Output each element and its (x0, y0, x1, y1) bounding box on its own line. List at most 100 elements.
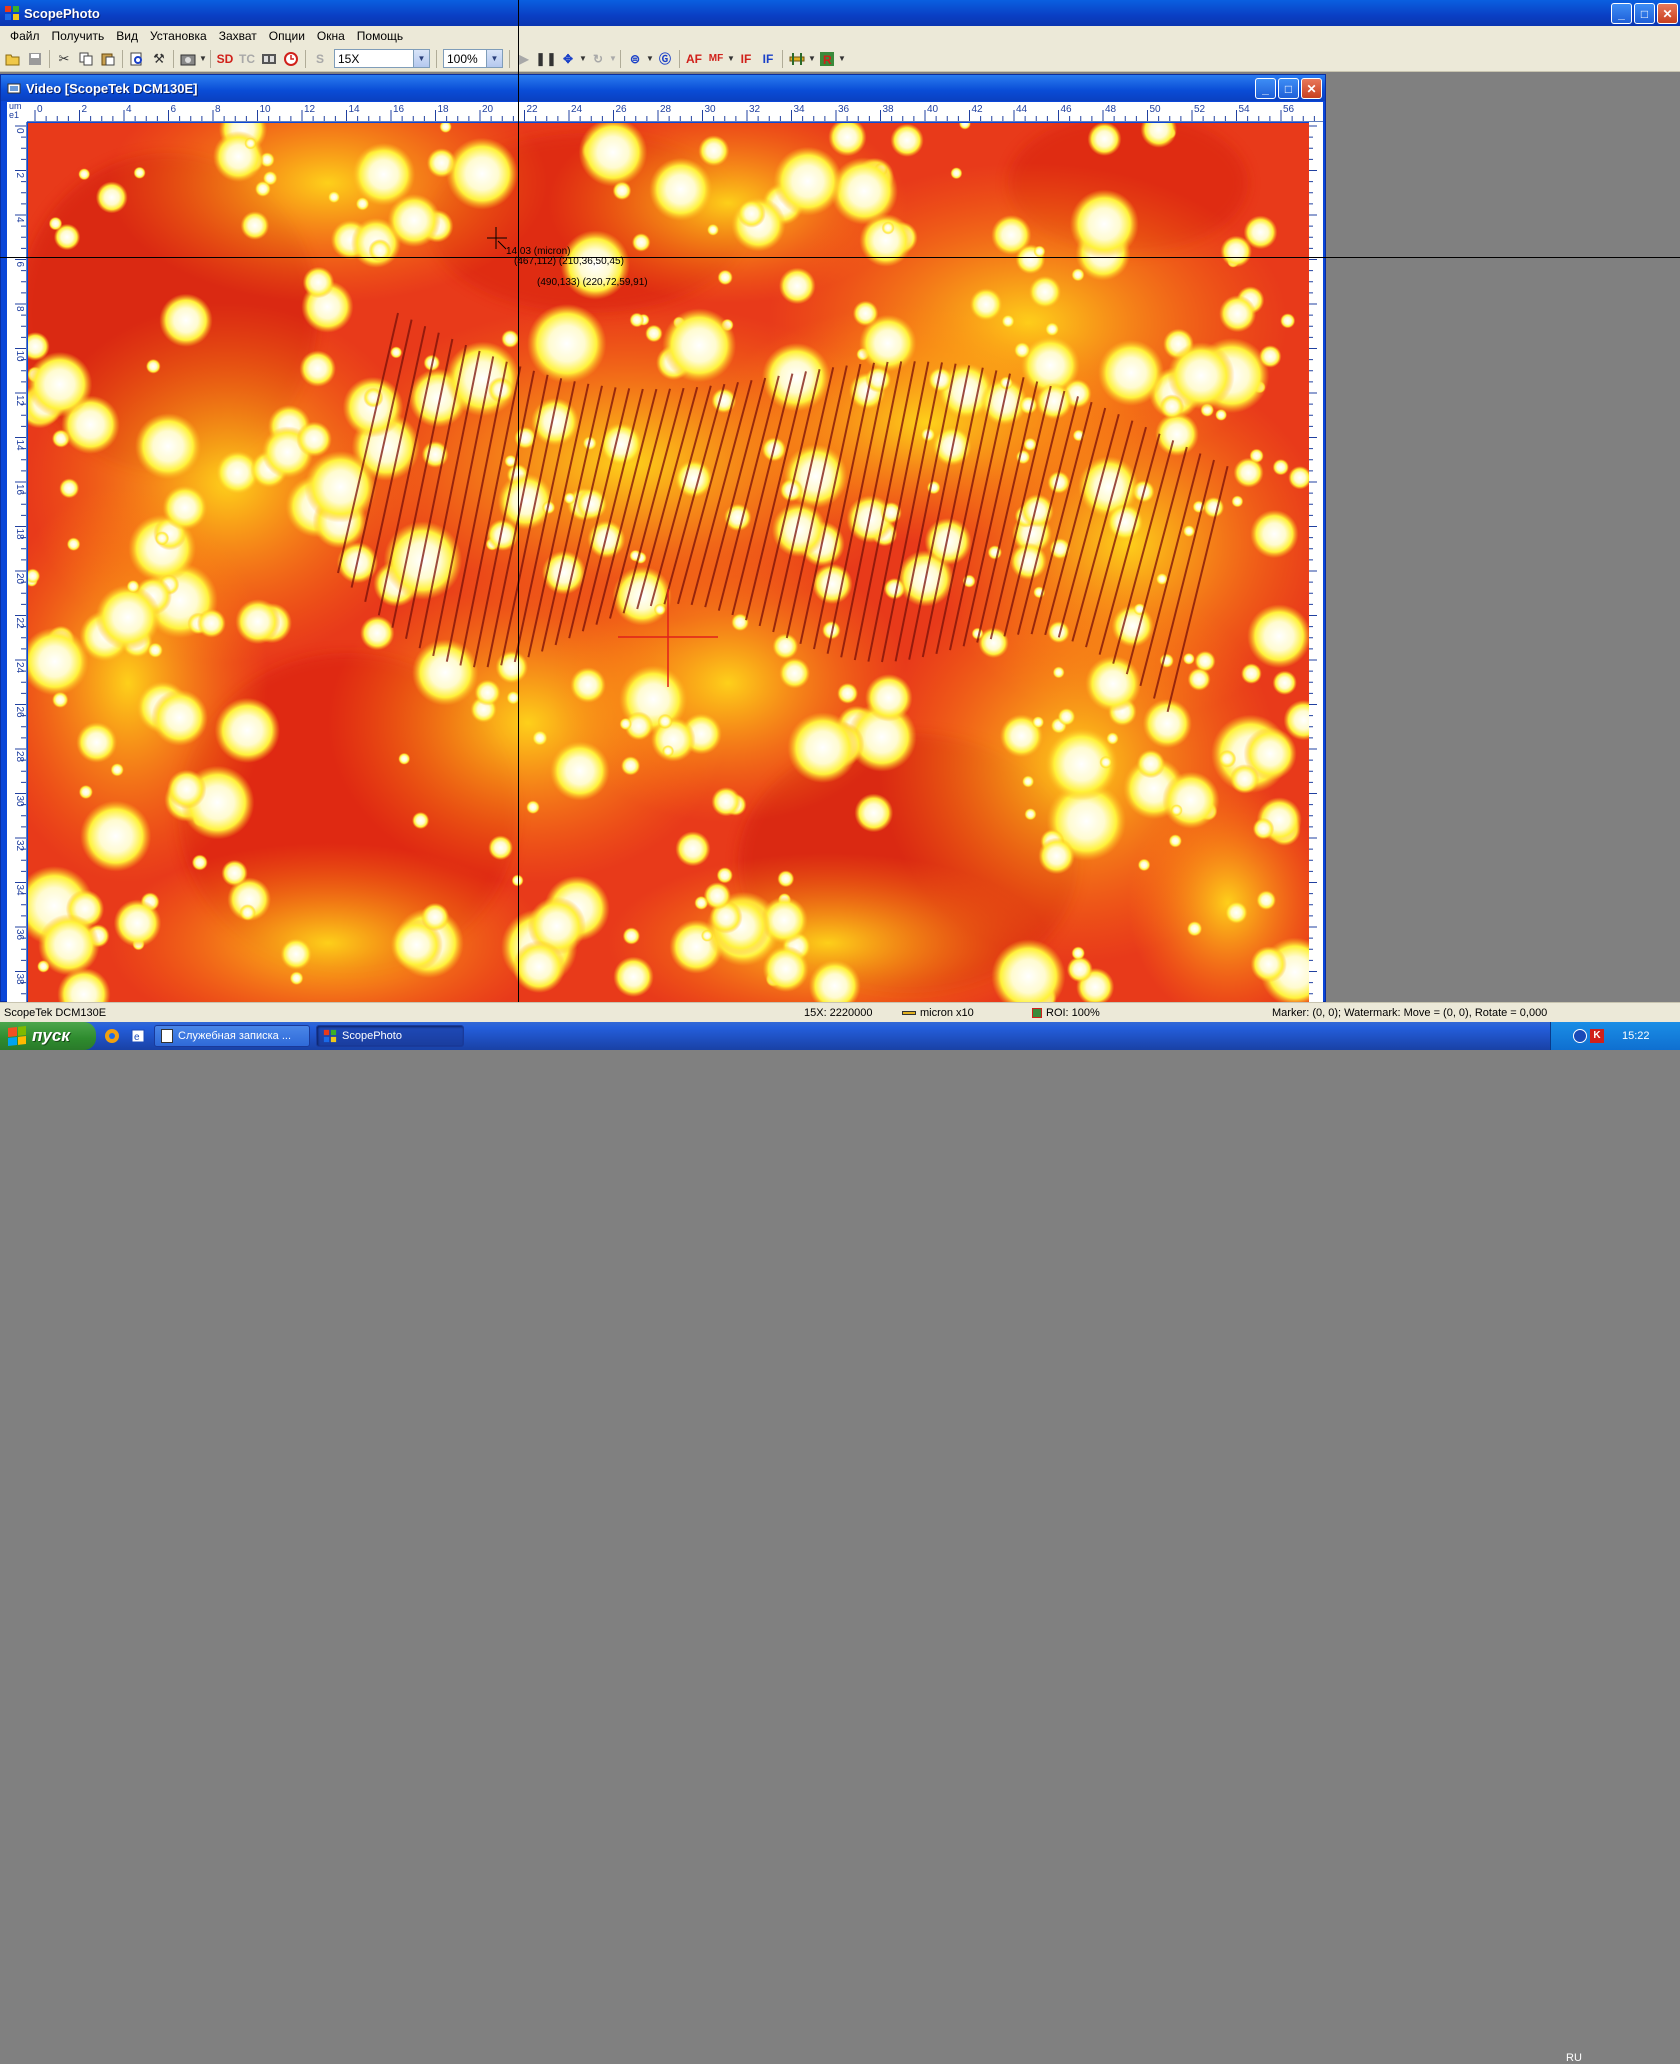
menu-capture[interactable]: Захват (213, 29, 263, 43)
play-icon[interactable]: ▶ (513, 48, 535, 70)
top-ruler-label: 32 (749, 104, 761, 115)
mf-dropdown-icon[interactable]: ▼ (727, 54, 735, 63)
save-icon[interactable] (24, 48, 46, 70)
top-ruler-label: 26 (616, 104, 628, 115)
top-ruler-label: 38 (883, 104, 895, 115)
left-ruler-label: 6 (14, 262, 25, 268)
move-icon[interactable]: ✥ (557, 48, 579, 70)
video-window-titlebar[interactable]: Video [ScopeTek DCM130E] _ □ ✕ (1, 75, 1325, 101)
left-ruler-label: 22 (14, 618, 25, 630)
video-maximize-button[interactable]: □ (1278, 78, 1299, 99)
top-ruler-label: 54 (1239, 104, 1251, 115)
mf-button[interactable]: MF (705, 48, 727, 70)
af-button[interactable]: AF (683, 48, 705, 70)
top-ruler-label: 4 (126, 104, 132, 115)
status-magnification: 15X: 2220000 (804, 1006, 873, 1019)
preview-icon[interactable] (126, 48, 148, 70)
tools-icon[interactable]: ⚒ (148, 48, 170, 70)
zoom-select[interactable]: 100% ▼ (443, 49, 503, 68)
app-titlebar[interactable]: ScopePhoto _ □ ✕ (0, 0, 1680, 26)
copy-icon[interactable] (75, 48, 97, 70)
menu-setup[interactable]: Установка (144, 29, 213, 43)
paste-icon[interactable] (97, 48, 119, 70)
chevron-down-icon[interactable]: ▼ (486, 50, 502, 67)
top-ruler-label: 52 (1194, 104, 1206, 115)
menu-windows[interactable]: Окна (311, 29, 351, 43)
video-window[interactable]: Video [ScopeTek DCM130E] _ □ ✕ um e1 024… (0, 74, 1326, 1002)
browser-quicklaunch-icon[interactable] (102, 1026, 122, 1046)
measure-icon[interactable] (786, 48, 808, 70)
menu-help[interactable]: Помощь (351, 29, 409, 43)
pause-icon[interactable]: ❚❚ (535, 48, 557, 70)
camera-dropdown-icon[interactable]: ▼ (199, 54, 207, 63)
minimize-button[interactable]: _ (1611, 3, 1632, 24)
taskbar-item-scopephoto[interactable]: ScopePhoto (316, 1025, 464, 1047)
start-label: пуск (32, 1026, 70, 1045)
left-ruler-label: 30 (14, 796, 25, 808)
top-ruler: 0 2 4 6 8 10 12 14 16 18 20 22 24 26 28 30 32 34 36 38 40 42 4… (27, 102, 1323, 122)
toolbar-separator (173, 49, 174, 68)
toolbar-separator (782, 49, 783, 68)
exposure-icon[interactable]: ⊜ (624, 48, 646, 70)
menu-acquire[interactable]: Получить (46, 29, 111, 43)
video-close-button[interactable]: ✕ (1301, 78, 1322, 99)
rotate-icon[interactable]: ↻ (587, 48, 609, 70)
tc-button[interactable]: TC (236, 48, 258, 70)
scopephoto-icon (323, 1029, 337, 1043)
left-ruler-label: 36 (14, 929, 25, 941)
language-indicator[interactable]: RU (1566, 2052, 1582, 2064)
taskbar-item-memo[interactable]: Служебная записка ... (154, 1025, 310, 1047)
crosshair-vertical-line (518, 0, 519, 1050)
record-dropdown-icon[interactable]: ▼ (838, 54, 846, 63)
menu-file[interactable]: Файл (4, 29, 46, 43)
record-icon[interactable]: R (816, 48, 838, 70)
left-ruler-label: 4 (14, 217, 25, 223)
menu-view[interactable]: Вид (110, 29, 144, 43)
top-ruler-label: 36 (838, 104, 850, 115)
measure-dropdown-icon[interactable]: ▼ (808, 54, 816, 63)
close-button[interactable]: ✕ (1657, 3, 1678, 24)
cut-icon[interactable]: ✂ (53, 48, 75, 70)
maximize-button[interactable]: □ (1634, 3, 1655, 24)
open-icon[interactable] (2, 48, 24, 70)
chevron-down-icon[interactable]: ▼ (413, 50, 429, 67)
microscope-image[interactable] (28, 123, 1309, 1002)
if-red-button[interactable]: IF (735, 48, 757, 70)
sd-button[interactable]: SD (214, 48, 236, 70)
exposure-dropdown-icon[interactable]: ▼ (646, 54, 654, 63)
left-ruler-label: 26 (14, 707, 25, 719)
clock[interactable]: 15:22 (1622, 1030, 1650, 1042)
top-ruler-label: 6 (171, 104, 177, 115)
top-ruler-label: 8 (215, 104, 221, 115)
left-ruler-label: 10 (14, 351, 25, 363)
ruler-unit-label: um e1 (7, 102, 27, 122)
left-ruler-label: 24 (14, 662, 25, 674)
rotate-dropdown-icon[interactable]: ▼ (609, 54, 617, 63)
magnification-value: 15X (338, 51, 360, 66)
gain-icon[interactable]: Ⓖ (654, 48, 676, 70)
status-device: ScopeTek DCM130E (4, 1006, 107, 1019)
magnification-select[interactable]: 15X ▼ (334, 49, 430, 68)
crosshair-horizontal-line (0, 257, 1680, 258)
left-ruler-label: 34 (14, 885, 25, 897)
status-roi-label: ROI: 100% (1046, 1006, 1100, 1019)
menu-options[interactable]: Опции (263, 29, 311, 43)
start-button[interactable]: пуск (0, 1022, 96, 1050)
right-ruler (1309, 122, 1323, 1002)
top-ruler-label: 56 (1283, 104, 1295, 115)
if-blue-button[interactable]: IF (757, 48, 779, 70)
left-ruler-label: 20 (14, 573, 25, 585)
network-tray-icon[interactable] (1573, 1029, 1587, 1043)
ie-quicklaunch-icon[interactable]: e (128, 1026, 148, 1046)
s-button[interactable]: S (309, 48, 331, 70)
antivirus-tray-icon[interactable]: K (1590, 1029, 1604, 1043)
toolbar-separator (210, 49, 211, 68)
film-icon[interactable] (258, 48, 280, 70)
move-dropdown-icon[interactable]: ▼ (579, 54, 587, 63)
timer-icon[interactable] (280, 48, 302, 70)
top-ruler-label: 28 (660, 104, 672, 115)
toolbar-separator (122, 49, 123, 68)
video-minimize-button[interactable]: _ (1255, 78, 1276, 99)
camera-icon[interactable] (177, 48, 199, 70)
document-icon (161, 1029, 173, 1043)
